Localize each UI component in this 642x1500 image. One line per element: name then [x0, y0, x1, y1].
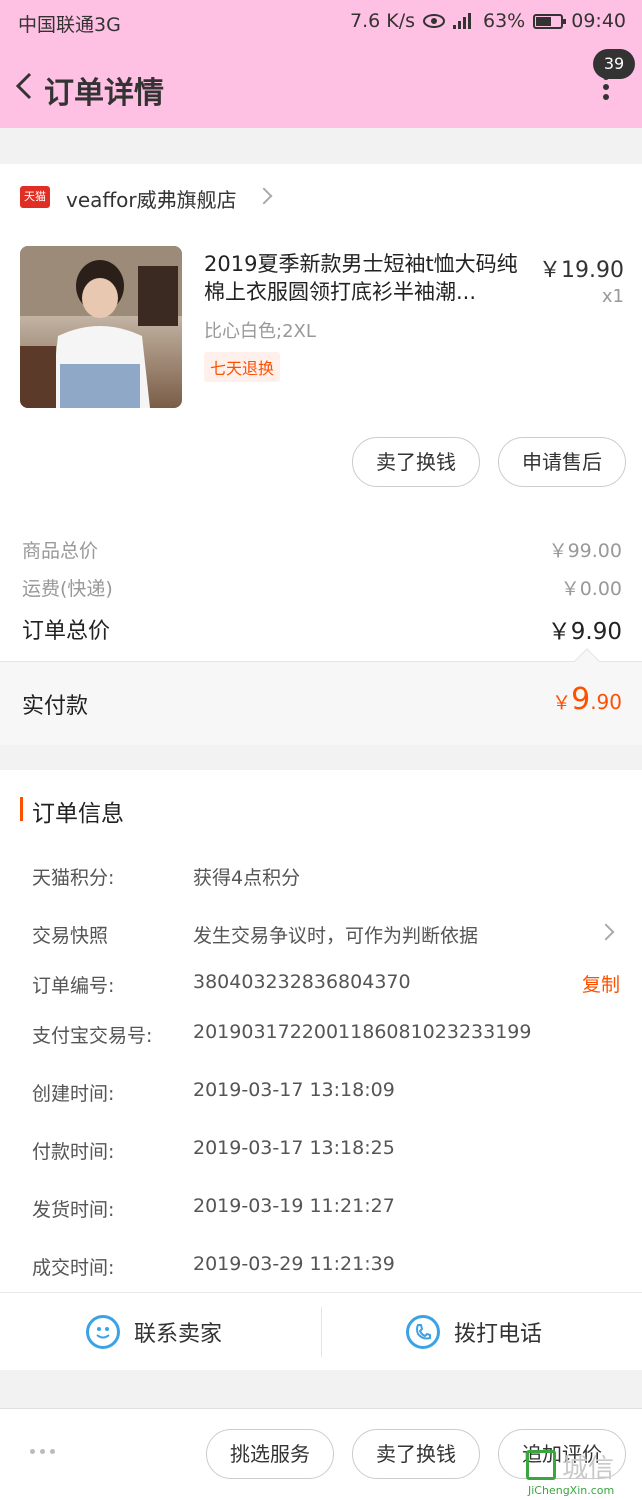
- tmall-logo-icon: 天猫: [20, 186, 50, 208]
- shipping-value: ￥0.00: [560, 578, 622, 600]
- amount-integer: 9: [571, 682, 591, 717]
- order-info-title: 订单信息: [32, 801, 124, 827]
- clock: 09:40: [571, 10, 626, 32]
- watermark-text: 城信: [562, 1454, 615, 1484]
- phone-icon: [406, 1315, 440, 1349]
- nav-bar: 订单详情 39: [0, 44, 642, 128]
- amount-paid-label: 实付款: [22, 694, 89, 719]
- order-total-value: ￥9.90: [547, 619, 622, 645]
- product-quantity: x1: [601, 286, 624, 307]
- info-label: 订单编号:: [32, 975, 115, 997]
- info-label: 天猫积分:: [32, 867, 115, 889]
- info-label[interactable]: 交易快照: [32, 921, 108, 948]
- divider: [321, 1307, 322, 1357]
- after-sale-button[interactable]: 申请售后: [498, 437, 626, 487]
- shipping-label: 运费(快递): [22, 578, 113, 600]
- amount-decimal: .90: [590, 690, 622, 714]
- battery-percent: 63%: [483, 10, 526, 32]
- shop-name[interactable]: veaffor威弗旗舰店: [66, 184, 237, 213]
- sell-for-cash-button[interactable]: 卖了换钱: [352, 1429, 480, 1479]
- watermark-logo-icon: [526, 1450, 556, 1480]
- info-value: 2019-03-17 13:18:25: [193, 1137, 395, 1159]
- watermark-url: JiChengXin.com: [528, 1484, 615, 1497]
- goods-total-label: 商品总价: [22, 540, 99, 562]
- battery-icon: [533, 13, 567, 29]
- info-label: 付款时间:: [32, 1141, 115, 1163]
- info-label: 支付宝交易号:: [32, 1025, 153, 1047]
- info-label: 成交时间:: [32, 1257, 115, 1279]
- signal-icon: [453, 13, 475, 29]
- back-arrow-icon[interactable]: [10, 66, 40, 106]
- status-indicators: 7.6 K/s 63% 09:40: [350, 10, 626, 32]
- network-speed: 7.6 K/s: [349, 10, 415, 32]
- product-photo-illustration: [20, 246, 182, 408]
- product-sku: 比心白色;2XL: [204, 321, 316, 342]
- chat-icon: [86, 1315, 120, 1349]
- info-value: 2019031722001186081023233199: [193, 1021, 532, 1043]
- page-title: 订单详情: [44, 76, 164, 111]
- product-title[interactable]: 2019夏季新款男士短袖t恤大码纯棉上衣服圆领打底衫半袖潮...: [204, 250, 534, 308]
- call-phone-button[interactable]: 拨打电话: [406, 1293, 542, 1371]
- product-price: ￥19.90: [539, 258, 624, 283]
- goods-total-value: ￥99.00: [548, 540, 622, 562]
- info-value: 2019-03-17 13:18:09: [193, 1079, 395, 1101]
- product-image[interactable]: [20, 246, 182, 408]
- shop-row[interactable]: 天猫 veaffor威弗旗舰店: [0, 164, 642, 230]
- message-badge: 39: [593, 49, 635, 79]
- chevron-right-icon: [255, 187, 273, 205]
- contact-bar: 联系卖家 拨打电话: [0, 1292, 642, 1370]
- copy-order-number-button[interactable]: 复制: [582, 970, 620, 997]
- select-service-button[interactable]: 挑选服务: [206, 1429, 334, 1479]
- currency-symbol: ￥: [552, 692, 572, 714]
- eye-icon: [423, 14, 445, 28]
- sell-for-cash-button[interactable]: 卖了换钱: [352, 437, 480, 487]
- order-number-value: 380403232836804370: [193, 971, 411, 993]
- more-actions-icon[interactable]: [30, 1449, 55, 1454]
- return-policy-tag: 七天退换: [204, 352, 281, 382]
- info-value: 2019-03-19 11:21:27: [193, 1195, 395, 1217]
- order-item-card: 天猫 veaffor威弗旗舰店 2019夏季新款男士短袖t恤大码纯棉上衣服圆领打…: [0, 164, 642, 661]
- amount-paid-value: ￥9.90: [552, 682, 622, 717]
- amount-paid-row: 实付款 ￥9.90: [0, 648, 642, 745]
- call-phone-label: 拨打电话: [454, 1322, 543, 1347]
- order-total-label: 订单总价: [22, 619, 111, 644]
- status-bar: 中国联通3G 7.6 K/s 63% 09:40: [0, 0, 642, 44]
- info-value: 获得4点积分: [193, 867, 301, 889]
- site-watermark: 城信 JiChengXin.com: [522, 1446, 640, 1500]
- contact-seller-label: 联系卖家: [134, 1322, 223, 1347]
- info-label: 发货时间:: [32, 1199, 115, 1221]
- info-value: 2019-03-29 11:21:39: [193, 1253, 395, 1275]
- section-accent-bar: [20, 797, 23, 821]
- info-value[interactable]: 发生交易争议时，可作为判断依据: [193, 921, 478, 948]
- contact-seller-button[interactable]: 联系卖家: [86, 1293, 222, 1371]
- carrier-name: 中国联通3G: [18, 14, 121, 36]
- info-label: 创建时间:: [32, 1083, 115, 1105]
